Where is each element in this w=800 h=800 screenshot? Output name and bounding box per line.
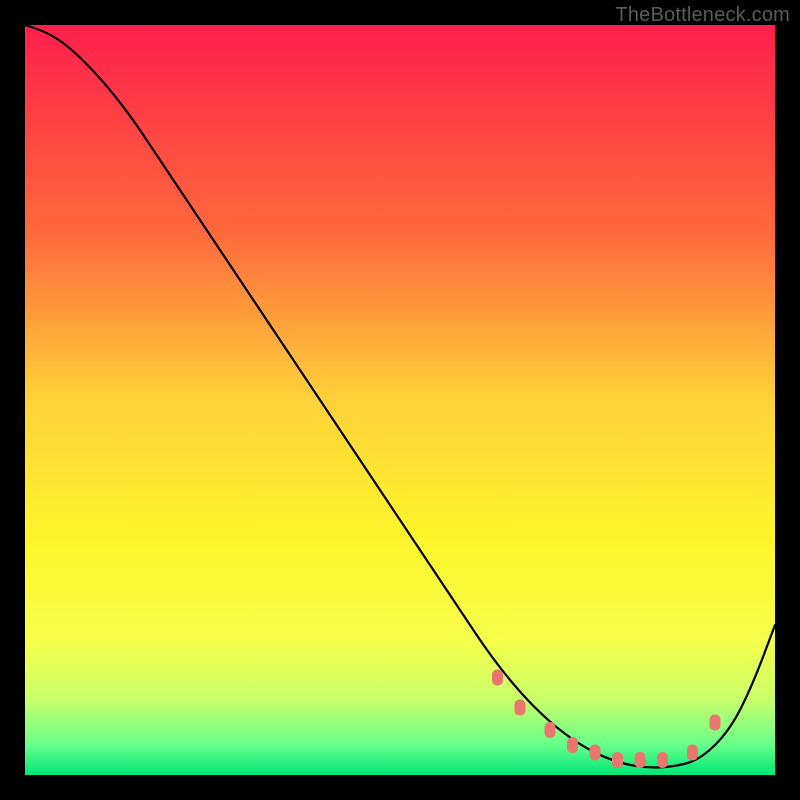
- optimal-marker: [635, 752, 646, 768]
- optimal-marker: [612, 752, 623, 768]
- optimal-marker: [710, 715, 721, 731]
- optimal-marker: [515, 700, 526, 716]
- chart-frame: TheBottleneck.com: [0, 0, 800, 800]
- bottleneck-chart: [25, 25, 775, 775]
- plot-area: [25, 25, 775, 775]
- optimal-marker: [657, 752, 668, 768]
- optimal-marker: [492, 670, 503, 686]
- attribution-text: TheBottleneck.com: [615, 4, 790, 27]
- optimal-marker: [687, 745, 698, 761]
- optimal-marker: [590, 745, 601, 761]
- optimal-marker: [545, 722, 556, 738]
- optimal-marker: [567, 737, 578, 753]
- gradient-background: [25, 25, 775, 775]
